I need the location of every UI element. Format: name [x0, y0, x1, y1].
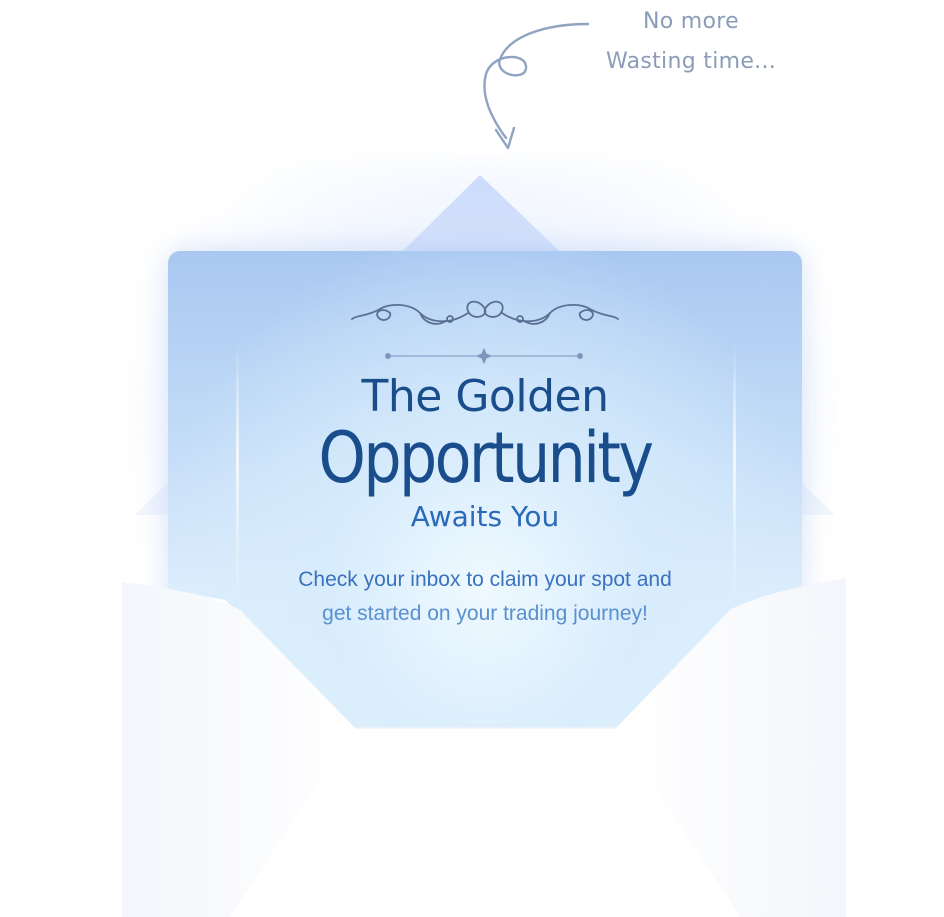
card-body-line-1: Check your inbox to claim your spot and — [298, 568, 672, 591]
email-invite-illustration: No more Wasting time... The Golden Oppor… — [0, 0, 944, 917]
ornamental-divider-icon — [385, 348, 583, 364]
curly-arrow-icon — [483, 22, 590, 150]
flourish-ornament-icon — [351, 300, 619, 325]
note-line-1: No more — [643, 9, 739, 34]
invite-card: The Golden Opportunity Awaits You Check … — [168, 251, 802, 731]
card-title-line-2: Opportunity — [318, 417, 654, 499]
note-line-2: Wasting time... — [605, 49, 777, 74]
card-body-text: Check your inbox to claim your spot and … — [260, 563, 710, 631]
handwritten-note: No more Wasting time... — [596, 2, 786, 82]
card-body-line-2: get started on your trading journey! — [322, 602, 648, 625]
card-title-line-3: Awaits You — [410, 500, 560, 533]
